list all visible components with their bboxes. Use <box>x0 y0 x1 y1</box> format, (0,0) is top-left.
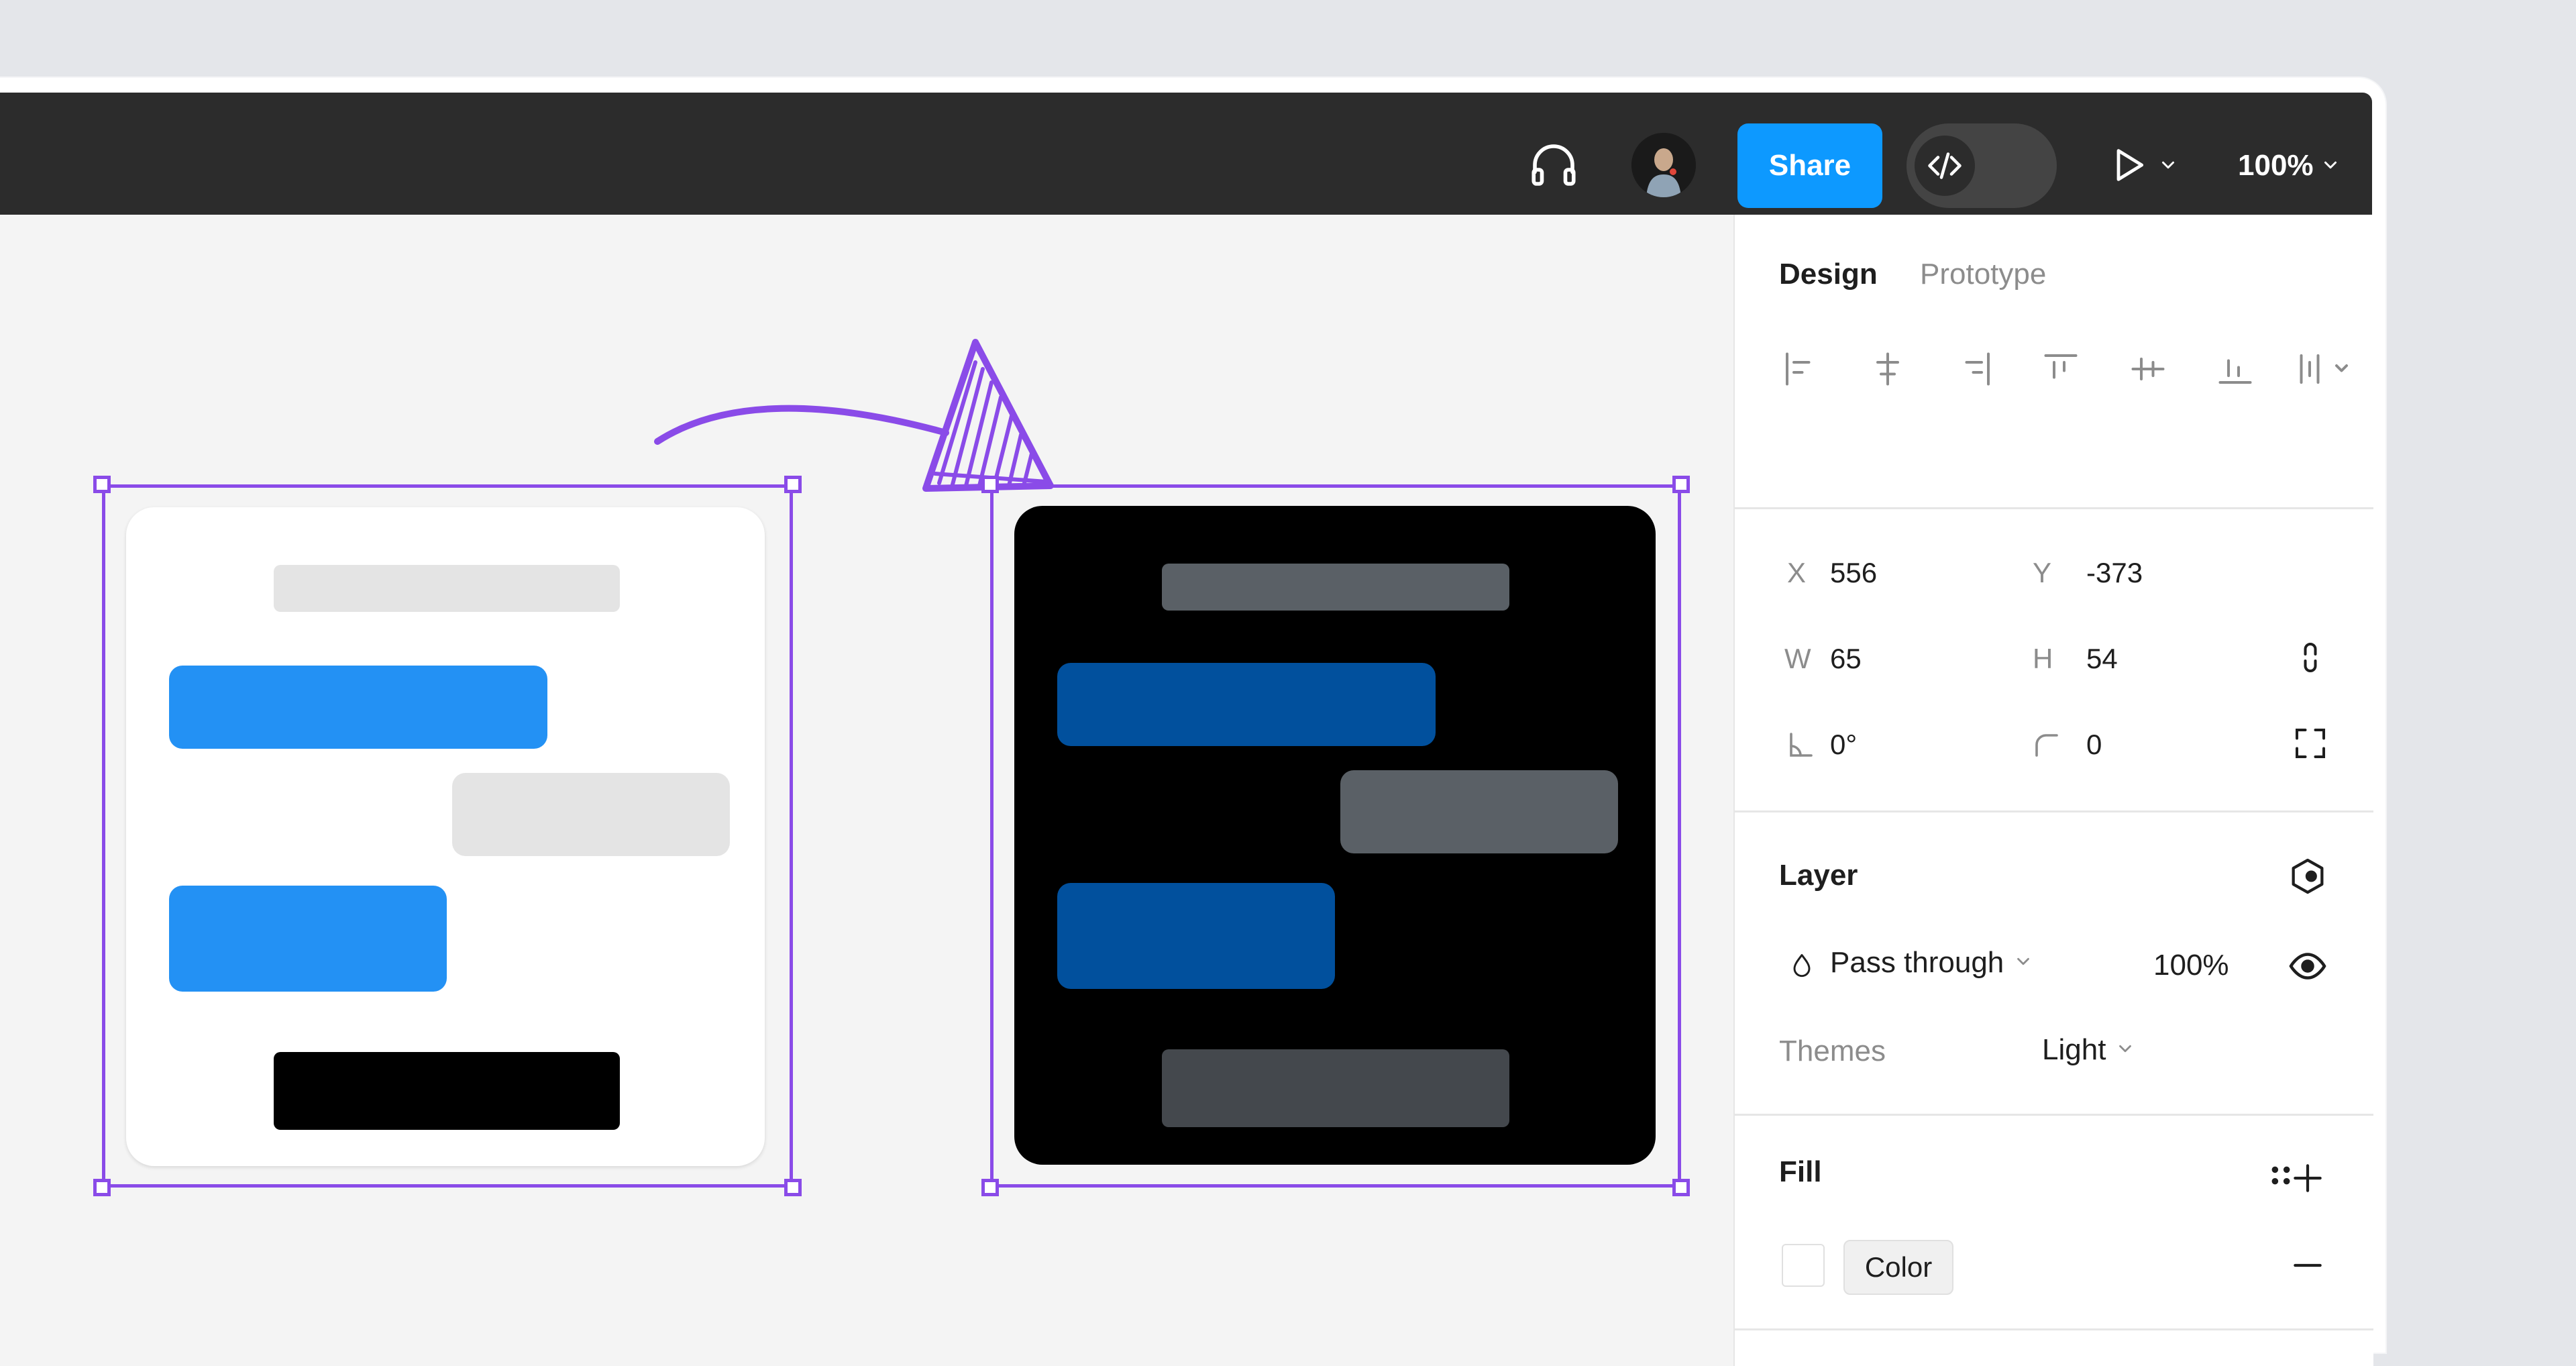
alignment-toolbar <box>1735 342 2373 396</box>
y-label: Y <box>2033 557 2052 588</box>
h-field[interactable]: 54 <box>2086 643 2118 675</box>
light-input-bar <box>274 1052 620 1130</box>
resize-handle[interactable] <box>981 476 999 493</box>
rotation-field[interactable]: 0° <box>1830 729 1857 761</box>
eye-icon[interactable] <box>2279 938 2336 994</box>
light-header-bar <box>274 565 620 612</box>
layer-section-title: Layer <box>1779 859 1858 892</box>
dark-incoming-bubble <box>1057 663 1436 746</box>
rotation-icon <box>1779 723 1822 766</box>
x-label: X <box>1787 557 1807 588</box>
light-incoming-bubble <box>169 666 547 749</box>
resize-handle[interactable] <box>1672 1179 1690 1196</box>
light-incoming-bubble <box>169 886 447 992</box>
zoom-menu[interactable]: 100% <box>2238 123 2341 208</box>
play-menu-chevron-down-icon[interactable] <box>2155 152 2182 178</box>
chevron-down-icon <box>2115 1039 2135 1062</box>
align-top-icon[interactable] <box>2034 342 2088 396</box>
avatar[interactable] <box>1631 133 1696 197</box>
play-icon[interactable] <box>2104 140 2155 191</box>
tab-prototype[interactable]: Prototype <box>1920 258 2046 291</box>
headphones-icon[interactable] <box>1521 133 1586 197</box>
w-field[interactable]: 65 <box>1830 643 1862 675</box>
distribute-menu-icon[interactable] <box>2294 342 2359 396</box>
h-label: H <box>2033 643 2053 674</box>
align-left-icon[interactable] <box>1774 342 1827 396</box>
chevron-down-icon <box>2013 951 2033 975</box>
y-field[interactable]: -373 <box>2086 557 2143 589</box>
align-right-icon[interactable] <box>1948 342 2002 396</box>
corner-radius-icon <box>2025 723 2068 766</box>
dark-input-bar <box>1162 1049 1509 1127</box>
dev-mode-toggle[interactable] <box>1907 123 2057 208</box>
fill-color-swatch[interactable] <box>1782 1244 1825 1287</box>
properties-panel: Design Prototype X 556 Y -373 W 65 H 54 … <box>1733 215 2373 1366</box>
share-button[interactable]: Share <box>1737 123 1882 208</box>
resize-handle[interactable] <box>93 476 111 493</box>
x-field[interactable]: 556 <box>1830 557 1877 589</box>
fill-type-button[interactable]: Color <box>1843 1240 1953 1295</box>
code-icon <box>1915 136 1975 196</box>
divider <box>1735 507 2373 509</box>
opacity-field[interactable]: 100% <box>2153 949 2229 982</box>
constrain-proportions-icon[interactable] <box>2286 633 2334 682</box>
divider <box>1735 1328 2373 1330</box>
resize-handle[interactable] <box>981 1179 999 1196</box>
tab-design[interactable]: Design <box>1779 258 1878 291</box>
zoom-level: 100% <box>2238 149 2314 182</box>
divider <box>1735 1114 2373 1116</box>
dark-outgoing-bubble <box>1340 770 1618 853</box>
top-toolbar: Share 100% <box>0 93 2372 215</box>
align-horizontal-center-icon[interactable] <box>1861 342 1915 396</box>
canvas[interactable] <box>0 215 1733 1366</box>
divider <box>1735 810 2373 812</box>
w-label: W <box>1784 643 1811 674</box>
component-variable-icon[interactable] <box>2279 848 2336 904</box>
blend-mode-drop-icon <box>1780 945 1823 988</box>
align-vertical-center-icon[interactable] <box>2121 342 2175 396</box>
resize-handle[interactable] <box>1672 476 1690 493</box>
resize-handle[interactable] <box>784 1179 802 1196</box>
blend-mode-value: Pass through <box>1830 946 2004 979</box>
dark-header-bar <box>1162 564 1509 611</box>
blend-mode-select[interactable]: Pass through <box>1830 946 2033 980</box>
dark-incoming-bubble <box>1057 883 1335 989</box>
themes-value: Light <box>2042 1033 2106 1066</box>
resize-handle[interactable] <box>784 476 802 493</box>
corner-radius-field[interactable]: 0 <box>2086 729 2102 761</box>
align-bottom-icon[interactable] <box>2208 342 2262 396</box>
themes-label: Themes <box>1779 1035 1886 1067</box>
fill-section-title: Fill <box>1779 1155 1822 1188</box>
themes-select[interactable]: Light <box>2042 1033 2135 1067</box>
chevron-down-icon <box>2320 149 2341 182</box>
add-fill-icon[interactable] <box>2279 1150 2336 1206</box>
remove-fill-icon[interactable] <box>2279 1237 2336 1294</box>
independent-corners-icon[interactable] <box>2286 719 2334 768</box>
app-window: Share 100% Design Prototype X 556 Y -373… <box>0 78 2385 1366</box>
light-outgoing-bubble <box>452 773 730 856</box>
resize-handle[interactable] <box>93 1179 111 1196</box>
